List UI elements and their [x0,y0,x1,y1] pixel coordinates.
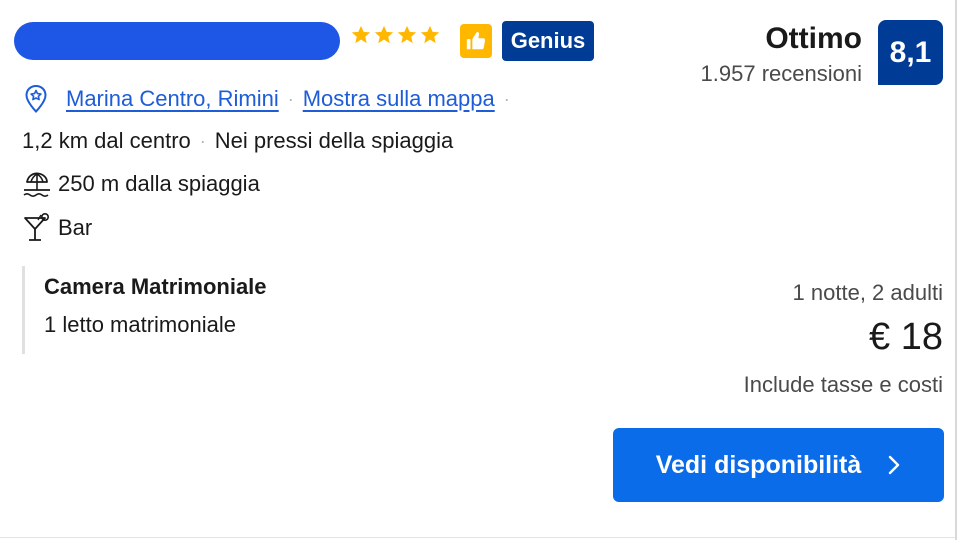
see-availability-button[interactable]: Vedi disponibilità [613,428,944,502]
distance-from-center: 1,2 km dal centro [22,128,191,153]
review-count[interactable]: 1.957 recensioni [701,61,862,87]
genius-badge[interactable]: Genius [502,21,594,61]
thumbs-up-glyph [466,31,486,50]
separator-dot: · [503,88,510,109]
thumbs-up-icon[interactable] [460,24,492,58]
taxes-note: Include tasse e costi [743,372,943,397]
beach-distance-row: 250 m dalla spiaggia [22,168,260,200]
beach-distance: 250 m dalla spiaggia [58,171,260,196]
amenity-row: Bar [22,212,92,244]
cocktail-icon [24,212,49,241]
review-score-badge[interactable]: 8,1 [878,20,943,85]
redacted-hotel-name [14,22,340,60]
beach-umbrella-icon [23,172,50,197]
card-divider [0,537,955,538]
see-availability-label: Vedi disponibilità [655,450,862,479]
room-name: Camera Matrimoniale [44,274,267,299]
star-icon [397,25,417,44]
property-card: Genius Ottimo 1.957 recensioni 8,1 Marin… [0,0,960,540]
bar-amenity: Bar [58,215,93,240]
beach-proximity: Nei pressi della spiaggia [214,128,454,153]
show-on-map-link[interactable]: Mostra sulla mappa [303,86,495,112]
location-pin-icon [25,84,47,113]
chevron-right-icon [889,455,900,475]
star-icon [374,25,394,44]
separator-dot: · [287,88,294,109]
stay-summary: 1 notte, 2 adulti [792,280,943,305]
separator-dot: · [199,130,206,151]
location-row: Marina Centro, Rimini · Mostra sulla map… [24,84,519,114]
distance-row: 1,2 km dal centro · Nei pressi della spi… [22,128,453,154]
room-bed-info: 1 letto matrimoniale [44,312,236,337]
star-icon [351,25,371,44]
room-divider [22,266,25,354]
rating-word: Ottimo [765,22,862,55]
card-edge [955,0,957,540]
price: € 18 [869,316,943,358]
star-icon [420,25,440,44]
district-link[interactable]: Marina Centro, Rimini [66,86,279,112]
star-rating [350,23,441,47]
